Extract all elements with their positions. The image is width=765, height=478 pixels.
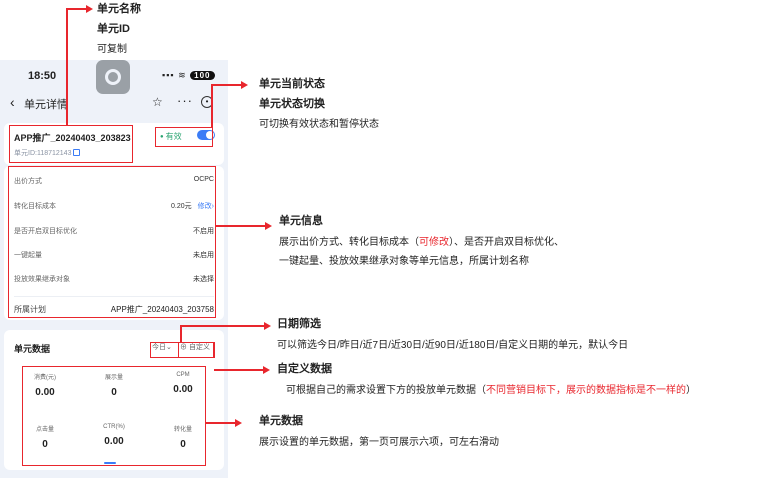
info-row-bid: 出价方式 OCPC xyxy=(14,176,214,185)
signal-wifi-icon: ▪▪▪ ≋ 100 xyxy=(162,70,215,81)
arrow-icon xyxy=(86,5,93,13)
divider xyxy=(14,296,214,297)
metric-ctr: CTR(%) 0.00 xyxy=(103,424,125,447)
connector-line xyxy=(180,325,265,327)
annotation-data-desc: 展示设置的单元数据，第一页可展示六项，可左右滑动 xyxy=(259,437,499,448)
battery-icon: 100 xyxy=(190,71,215,80)
edit-cost-link[interactable]: 修改› xyxy=(198,203,214,210)
metrics-grid[interactable]: 消费(元) 0.00 展示量 0 CPM 0.00 点击量 0 CTR(%) 0… xyxy=(14,366,214,462)
unit-name: APP推广_20240403_203823 xyxy=(14,133,131,143)
annotation-date-desc: 可以筛选今日/昨日/近7日/近30日/近90日/近180日/自定义日期的单元，默… xyxy=(277,340,629,351)
arrow-icon xyxy=(235,419,242,427)
connector-line xyxy=(66,8,86,10)
arrow-icon xyxy=(263,366,270,374)
annotation-unit-name-title: 单元名称 xyxy=(97,3,141,15)
annotation-info-desc: 展示出价方式、转化目标成本（可修改）、是否开启双目标优化、 xyxy=(279,237,564,248)
plan-row: 所属计划 APP推广_20240403_203758 xyxy=(14,305,214,314)
date-filter-dropdown[interactable]: 今日⌄ xyxy=(152,342,172,352)
connector-line xyxy=(214,369,264,371)
info-row-target-cost: 转化目标成本 0.20元 修改› xyxy=(14,203,214,210)
data-section-title: 单元数据 xyxy=(14,344,51,354)
unit-header-card: APP推广_20240403_203823 单元ID:118712143 有效 xyxy=(4,123,224,165)
arrow-icon xyxy=(265,222,272,230)
page-title: 单元详情 xyxy=(24,99,68,111)
annotation-date-title: 日期筛选 xyxy=(277,318,321,330)
arrow-icon xyxy=(241,81,248,89)
connector-line xyxy=(216,225,266,227)
annotation-copyable: 可复制 xyxy=(97,44,127,55)
annotation-info-title: 单元信息 xyxy=(279,215,323,227)
nav-bar: ‹ 单元详情 ☆ ··· • xyxy=(0,90,228,116)
metric-impressions: 展示量 0 xyxy=(104,375,123,398)
back-icon[interactable]: ‹ xyxy=(10,94,15,110)
custom-data-button[interactable]: ⊕ 自定义 xyxy=(180,342,210,352)
page-indicator xyxy=(104,462,116,464)
connector-line xyxy=(206,422,236,424)
more-icon[interactable]: ··· xyxy=(177,93,193,108)
annotation-info-desc-2: 一键起量、投放效果继承对象等单元信息，所属计划名称 xyxy=(279,256,529,267)
copy-icon[interactable] xyxy=(73,149,81,156)
connector-line xyxy=(211,84,213,128)
arrow-icon xyxy=(264,322,271,330)
annotation-unit-id: 单元ID xyxy=(97,23,130,35)
status-toggle[interactable] xyxy=(197,130,215,140)
annotation-custom-desc: 可根据自己的需求设置下方的投放单元数据（不同营销目标下，展示的数据指标是不一样的… xyxy=(286,385,696,396)
status-time: 18:50 xyxy=(28,70,57,82)
star-icon[interactable]: ☆ xyxy=(152,95,163,109)
unit-id: 单元ID:118712143 xyxy=(14,148,81,158)
connector-line xyxy=(66,8,68,126)
info-row-inherit: 投放效果继承对象 未选择 xyxy=(14,276,214,283)
app-logo-icon xyxy=(96,60,130,94)
unit-data-card: 单元数据 今日⌄ ⊕ 自定义 消费(元) 0.00 展示量 0 CPM 0.00… xyxy=(4,330,224,470)
connector-line xyxy=(180,325,182,343)
annotation-data-title: 单元数据 xyxy=(259,415,303,427)
annotation-status-title: 单元当前状态 xyxy=(259,78,325,90)
annotation-custom-title: 自定义数据 xyxy=(277,363,332,375)
metric-clicks: 点击量 0 xyxy=(35,427,54,450)
connector-line xyxy=(211,84,241,86)
info-row-dual-target: 是否开启双目标优化 不启用 xyxy=(14,228,214,235)
annotation-status-desc: 可切换有效状态和暂停状态 xyxy=(259,119,379,130)
metric-conversions: 转化量 0 xyxy=(173,427,192,450)
status-badge: 有效 xyxy=(160,131,182,142)
phone-screen: 18:50 ▪▪▪ ≋ 100 ‹ 单元详情 ☆ ··· • APP推广_202… xyxy=(0,60,228,478)
info-row-one-click: 一键起量 未启用 xyxy=(14,252,214,259)
metric-cost: 消费(元) 0.00 xyxy=(34,375,56,398)
unit-info-card: 出价方式 OCPC 转化目标成本 0.20元 修改› 是否开启双目标优化 不启用 … xyxy=(4,166,224,320)
annotation-status-switch: 单元状态切换 xyxy=(259,98,325,110)
metric-cpm: CPM 0.00 xyxy=(173,372,193,395)
